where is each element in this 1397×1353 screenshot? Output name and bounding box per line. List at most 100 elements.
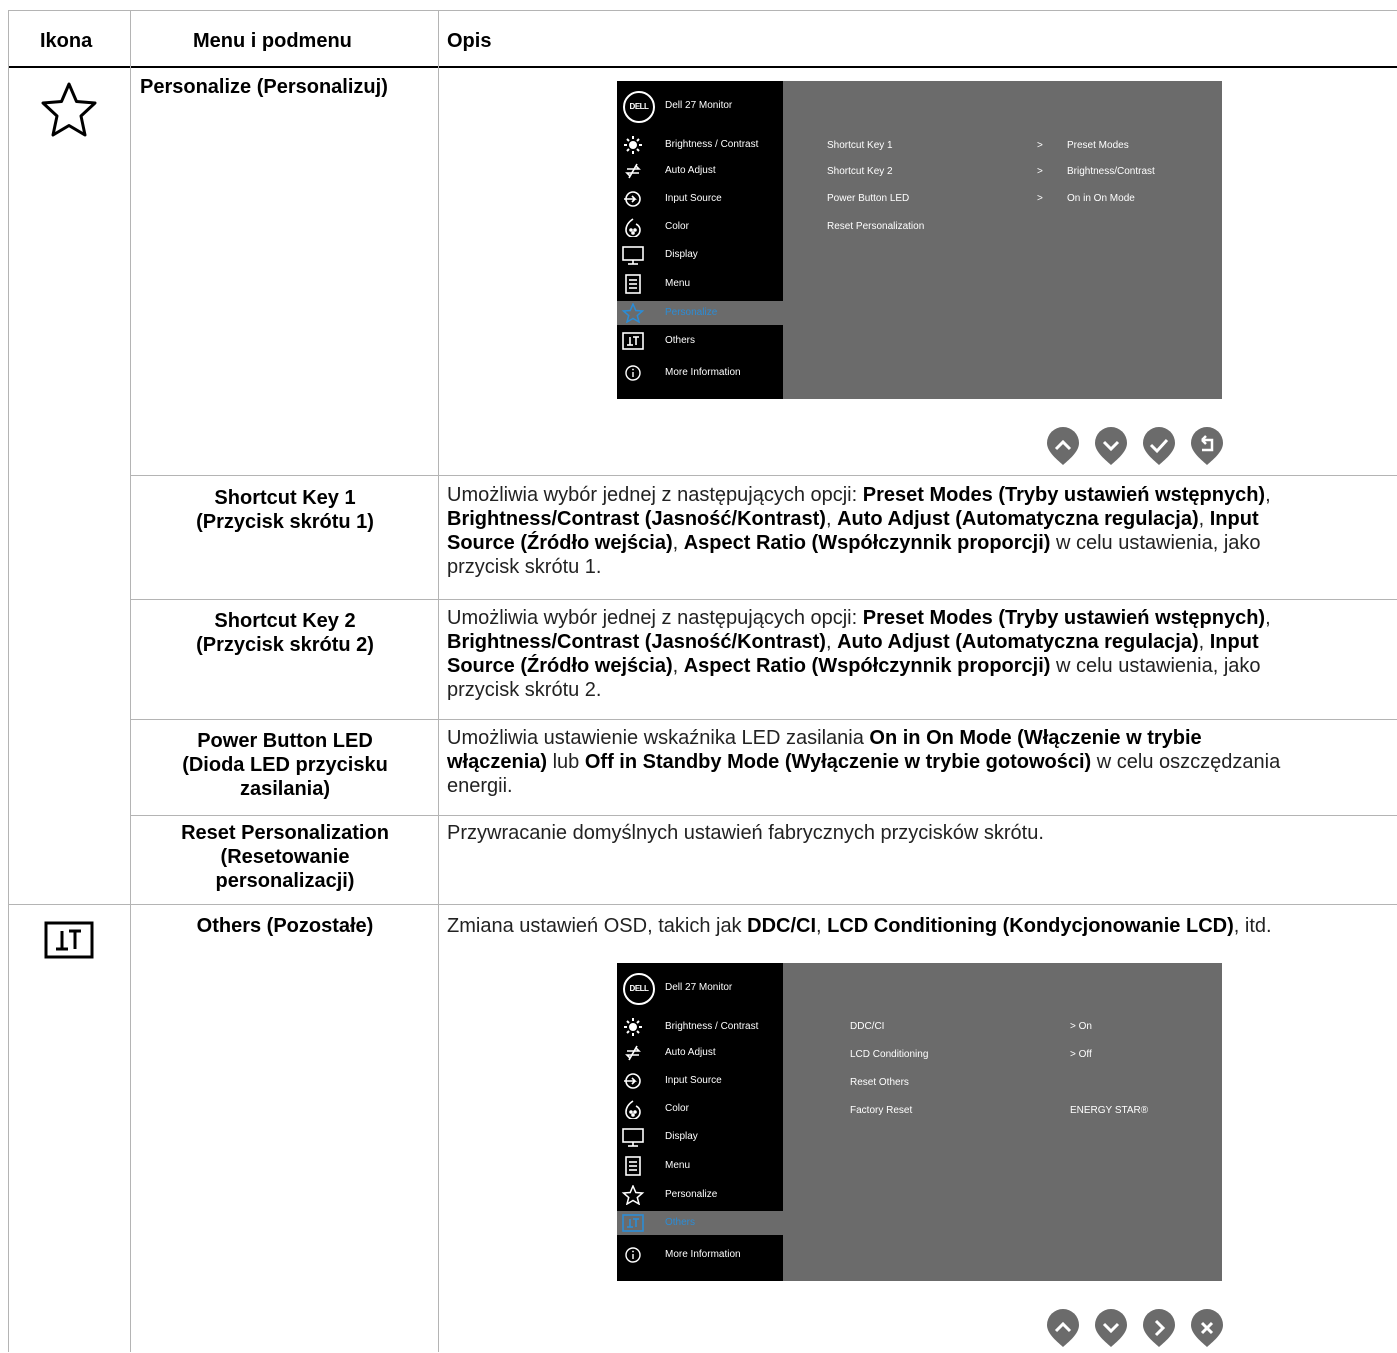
osd-option-value: > On (1070, 1021, 1092, 1032)
desc-text: , itd. (1233, 915, 1272, 937)
down-icon (1093, 426, 1129, 466)
auto-adjust-icon (625, 163, 641, 179)
bold-term: Auto Adjust (Automatyczna regulacja) (837, 508, 1199, 530)
row-shortcut-key-1-desc: Umożliwia wybór jednej z następujących o… (447, 483, 1392, 579)
bold-term: Auto Adjust (Automatyczna regulacja) (837, 631, 1199, 653)
back-icon (1189, 426, 1225, 466)
osd-title: Dell 27 Monitor (665, 982, 733, 993)
up-icon (1045, 426, 1081, 466)
row-shortcut-key-2-desc: Umożliwia wybór jednej z następujących o… (447, 606, 1392, 702)
desc-text: , (1198, 508, 1210, 530)
row-reset-personalization-desc: Przywracanie domyślnych ustawień fabrycz… (447, 821, 1392, 845)
bold-term: Brightness/Contrast (Jasność/Kontrast) (447, 508, 826, 530)
bold-term: Off in Standby Mode (Wyłączenie w trybie… (584, 751, 1092, 773)
up-icon (1045, 1308, 1081, 1348)
color-icon (625, 218, 641, 237)
bold-term: włączenia) (447, 751, 548, 773)
desc-text: , (1265, 607, 1271, 629)
osd-option-label: Reset Others (850, 1077, 909, 1088)
osd-option-label: Power Button LED (827, 193, 910, 204)
brightness-icon (624, 136, 642, 154)
osd-option-label: LCD Conditioning (850, 1049, 929, 1060)
osd-title: Dell 27 Monitor (665, 100, 733, 111)
osd-menu-label: Brightness / Contrast (665, 1021, 759, 1032)
osd-menu-label: Display (665, 249, 698, 260)
info-icon (625, 365, 641, 381)
menu-icon (625, 1156, 641, 1176)
osd-menu-label: Auto Adjust (665, 165, 716, 176)
info-icon (625, 1247, 641, 1263)
osd-menu-item: Color (617, 215, 783, 239)
desc-line: Umożliwia wybór jednej z następujących o… (447, 606, 1392, 630)
osd-menu-label: Display (665, 1131, 698, 1142)
bold-term: Source (Źródło wejścia) (447, 532, 673, 554)
osd-menu-item: Personalize (617, 301, 783, 325)
desc-text: Umożliwia wybór jednej z następujących o… (447, 484, 863, 506)
header-icon-column: Ikona (40, 30, 93, 52)
desc-text: , (825, 631, 838, 653)
osd-option-label: Reset Personalization (827, 221, 925, 232)
osd-menu-label: More Information (665, 367, 741, 378)
row-shortcut-key-2-name: Shortcut Key 2 (Przycisk skrótu 2) (196, 610, 374, 656)
osd-menu-label: Others (665, 335, 696, 346)
bold-term: Aspect Ratio (Współczynnik proporcji) (683, 655, 1051, 677)
personalize-title: Personalize (Personalizuj) (140, 76, 388, 98)
desc-text: , (672, 532, 684, 554)
bold-term: On in On Mode (Włączenie w trybie (869, 727, 1202, 749)
desc-text: Umożliwia wybór jednej z następujących o… (447, 607, 863, 629)
others-icon (622, 332, 644, 350)
others-icon (622, 1214, 644, 1232)
desc-text: energii. (447, 775, 513, 797)
osd-menu-label: Input Source (665, 193, 722, 204)
bold-term: Input (1209, 631, 1259, 653)
desc-text: , (1265, 484, 1271, 506)
desc-text: , (672, 655, 684, 677)
osd-menu-item: Input Source (617, 1069, 783, 1093)
color-icon (625, 1100, 641, 1119)
osd-menu-panel: DELL Dell 27 Monitor Brightness / Contrast… (617, 963, 783, 1281)
osd-menu-item: Display (617, 1125, 783, 1149)
row-reset-personalization-name: Reset Personalization (Resetowanie persona… (181, 822, 389, 892)
star-icon (621, 303, 645, 323)
osd-option-label: DDC/CI (850, 1021, 885, 1032)
dell-logo: DELL (623, 973, 655, 1005)
osd-menu-label: More Information (665, 1249, 741, 1260)
osd-option-value: Brightness/Contrast (1067, 166, 1155, 177)
osd-menu-item: Others (617, 329, 783, 353)
osd-option-value: On in On Mode (1067, 193, 1135, 204)
desc-line: przycisk skrótu 1. (447, 555, 1392, 579)
bold-term: Source (Źródło wejścia) (447, 655, 673, 677)
others-title: Others (Pozostałe) (196, 915, 374, 937)
desc-text: , (1198, 631, 1210, 653)
osd-menu-item: Personalize (617, 1183, 783, 1207)
star-icon (41, 82, 97, 137)
osd-menu-item: Brightness / Contrast (617, 1015, 783, 1039)
osd-menu-item: Brightness / Contrast (617, 133, 783, 157)
desc-text: przycisk skrótu 1. (447, 556, 602, 578)
auto-adjust-icon (625, 1045, 641, 1061)
osd-menu-label: Menu (665, 278, 691, 289)
osd-menu-item: Menu (617, 272, 783, 296)
bold-term: LCD Conditioning (Kondycjonowanie LCD) (827, 915, 1234, 937)
others-desc: Zmiana ustawień OSD, takich jak DDC/CI , … (447, 914, 1392, 938)
osd-menu-item: More Information (617, 1243, 783, 1267)
osd-menu-item: Others (617, 1211, 783, 1235)
desc-line: przycisk skrótu 2. (447, 678, 1392, 702)
row-shortcut-key-1-name: Shortcut Key 1 (Przycisk skrótu 1) (196, 487, 374, 533)
menu-icon (625, 274, 641, 294)
osd-menu-label: Menu (665, 1160, 691, 1171)
desc-line: Zmiana ustawień OSD, takich jak DDC/CI , … (447, 914, 1392, 938)
desc-line: Source (Źródło wejścia), Aspect Ratio (W… (447, 531, 1392, 555)
row-power-button-led-desc: Umożliwia ustawienie wskaźnika LED zasil… (447, 726, 1392, 798)
osd-menu-item: More Information (617, 361, 783, 385)
right-icon (1141, 1308, 1177, 1348)
osd-menu-panel: DELL Dell 27 Monitor Brightness / Contrast… (617, 81, 783, 399)
osd-option-label: Shortcut Key 2 (827, 166, 893, 177)
desc-text: w celu ustawienia, jako (1050, 532, 1261, 554)
desc-line: włączenia) lub Off in Standby Mode (Wyłą… (447, 750, 1392, 774)
osd-option-value: ENERGY STAR® (1070, 1105, 1149, 1116)
others-icon (44, 921, 94, 959)
osd-menu-label: Brightness / Contrast (665, 139, 759, 150)
input-source-icon (624, 191, 641, 207)
osd-menu-item: Display (617, 243, 783, 267)
